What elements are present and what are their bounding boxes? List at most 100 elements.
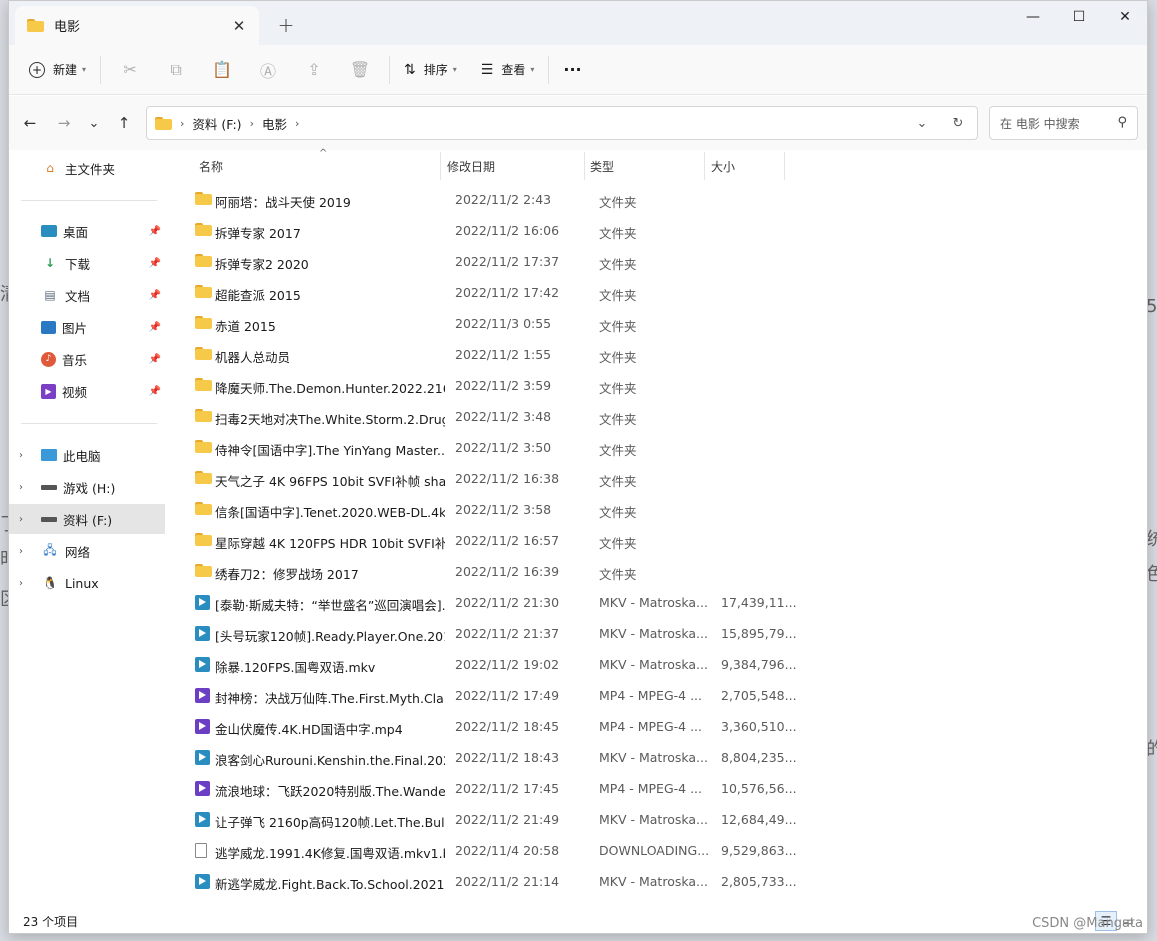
file-type: MKV - Matroska... (599, 626, 708, 641)
status-bar: 23 个项目 ☰ ▭ (9, 907, 1147, 933)
file-row[interactable]: 金山伏魔传.4K.HD国语中字.mp4 2022/11/2 18:45 MP4 - … (185, 711, 797, 742)
folder-icon (195, 347, 212, 363)
file-row[interactable]: 封神榜：决战万仙阵.The.First.Myth.Cla... 2022/11/2… (185, 680, 797, 711)
chevron-right-icon[interactable]: › (19, 482, 23, 493)
close-tab-icon[interactable]: ✕ (225, 12, 253, 40)
sidebar-item-pictures[interactable]: 图片 📌 (9, 312, 165, 342)
column-divider[interactable] (584, 152, 585, 180)
file-type: 文件夹 (599, 319, 637, 334)
sort-label: 排序 (423, 63, 448, 77)
sidebar-item-documents[interactable]: ▤ 文档 📌 (9, 280, 165, 310)
delete-icon[interactable]: 🗑 (337, 53, 383, 87)
column-header-type[interactable]: 类型 (590, 150, 614, 182)
breadcrumb-drive[interactable]: 资料 (F:) (192, 114, 241, 133)
file-type: MKV - Matroska... (599, 812, 708, 827)
file-row[interactable]: 信条[国语中字].Tenet.2020.WEB-DL.4k.... 2022/11… (185, 494, 785, 525)
paste-icon[interactable]: 📋 (199, 53, 245, 87)
sidebar-item-downloads[interactable]: ↓ 下载 📌 (9, 248, 165, 278)
file-row[interactable]: 侍神令[国语中字].The YinYang Master.... 2022/11/… (185, 432, 785, 463)
file-list: 名称 ^ 修改日期 类型 大小 阿丽塔：战斗天使 2019 2022/11/2 2… (169, 148, 1147, 900)
mp4-video-icon (195, 781, 210, 799)
file-row[interactable]: 浪客剑心Rurouni.Kenshin.the.Final.202... 2022… (185, 742, 797, 773)
file-row[interactable]: [泰勒·斯威夫特：“举世盛名”巡回演唱会]... 2022/11/2 21:30 M… (185, 587, 797, 618)
address-dropdown-icon[interactable]: ⌄ (905, 107, 939, 139)
sidebar-item-label: 网络 (65, 544, 91, 560)
mkv-video-icon (195, 626, 210, 644)
chevron-down-icon: ▾ (530, 65, 535, 74)
column-header-date[interactable]: 修改日期 (447, 150, 495, 182)
close-window-button[interactable]: ✕ (1102, 1, 1147, 33)
column-divider[interactable] (784, 152, 785, 180)
cut-icon[interactable]: ✂ (107, 53, 153, 87)
sidebar-item-linux[interactable]: › 🐧 Linux (9, 568, 165, 598)
tab-movies[interactable]: 电影 ✕ (15, 6, 259, 45)
file-date: 2022/11/3 0:55 (455, 316, 552, 331)
file-row[interactable]: 天气之子 4K 96FPS 10bit SVFI补帧 sha... 2022/11… (185, 463, 785, 494)
sidebar-item-network[interactable]: › 🖧 网络 (9, 536, 165, 566)
file-row[interactable]: 赤道 2015 2022/11/3 0:55 文件夹 (185, 308, 785, 339)
new-tab-button[interactable]: + (271, 11, 301, 39)
file-row[interactable]: 让子弹飞 2160p高码120帧.Let.The.Bull... 2022/11/… (185, 804, 797, 835)
file-row[interactable]: 除暴.120FPS.国粤双语.mkv 2022/11/2 19:02 MKV - M… (185, 649, 797, 680)
recent-locations-button[interactable]: ⌄ (79, 108, 109, 138)
file-row[interactable]: 拆弹专家 2017 2022/11/2 16:06 文件夹 (185, 215, 785, 246)
back-button[interactable]: ← (15, 108, 45, 138)
mp4-video-icon (195, 688, 210, 706)
chevron-right-icon[interactable]: › (19, 578, 23, 589)
mkv-video-icon (195, 595, 210, 613)
up-button[interactable]: ↑ (109, 108, 139, 138)
file-name: 超能查派 2015 (215, 288, 301, 303)
sidebar-item-label: Linux (65, 575, 99, 591)
pc-icon (41, 449, 57, 461)
sidebar-item-this-pc[interactable]: › 此电脑 (9, 440, 165, 470)
new-button[interactable]: + 新建 ▾ (21, 53, 94, 87)
file-type: 文件夹 (599, 536, 637, 551)
file-row[interactable]: 拆弹专家2 2020 2022/11/2 17:37 文件夹 (185, 246, 785, 277)
sidebar-item-drive-h[interactable]: › 游戏 (H:) (9, 472, 165, 502)
file-row[interactable]: 降魔天师.The.Demon.Hunter.2022.216... 2022/11… (185, 370, 785, 401)
copy-icon[interactable]: ⧉ (153, 53, 199, 87)
search-box[interactable]: 在 电影 中搜索 ⚲ (989, 106, 1138, 140)
file-row[interactable]: 流浪地球：飞跃2020特别版.The.Wande... 2022/11/2 17:… (185, 773, 797, 804)
file-row[interactable]: 机器人总动员 2022/11/2 1:55 文件夹 (185, 339, 785, 370)
sidebar-item-drive-f[interactable]: › 资料 (F:) (9, 504, 165, 534)
file-row[interactable]: 阿丽塔：战斗天使 2019 2022/11/2 2:43 文件夹 (185, 184, 785, 215)
column-header-name[interactable]: 名称 (199, 150, 223, 182)
file-row[interactable]: 星际穿越 4K 120FPS HDR 10bit SVFI补... 2022/11… (185, 525, 785, 556)
column-divider[interactable] (440, 152, 441, 180)
minimize-button[interactable]: — (1010, 1, 1056, 33)
sidebar-item-home[interactable]: ⌂ 主文件夹 (9, 153, 165, 183)
divider (548, 55, 550, 84)
rename-icon[interactable]: Ⓐ (245, 53, 291, 87)
chevron-right-icon[interactable]: › (19, 546, 23, 557)
file-size: 12,684,49... (721, 812, 797, 827)
sidebar-item-desktop[interactable]: 桌面 📌 (9, 216, 165, 246)
file-row[interactable]: [头号玩家120帧].Ready.Player.One.201... 2022/1… (185, 618, 797, 649)
sidebar-item-label: 文档 (65, 288, 91, 304)
refresh-icon[interactable]: ↻ (941, 107, 975, 139)
file-row[interactable]: 新逃学威龙.Fight.Back.To.School.2021.... 2022/… (185, 866, 797, 897)
more-options-button[interactable]: ··· (555, 53, 589, 87)
sidebar-item-label: 图片 (62, 320, 88, 336)
breadcrumb-folder[interactable]: 电影 (262, 114, 287, 133)
file-row[interactable]: 超能查派 2015 2022/11/2 17:42 文件夹 (185, 277, 785, 308)
column-header-size[interactable]: 大小 (711, 150, 735, 182)
share-icon[interactable]: ⇪ (291, 53, 337, 87)
file-row[interactable]: 绣春刀2：修罗战场 2017 2022/11/2 16:39 文件夹 (185, 556, 785, 587)
file-type: 文件夹 (599, 381, 637, 396)
maximize-button[interactable]: ☐ (1056, 1, 1102, 33)
sort-button[interactable]: ⇅ 排序 ▾ (396, 53, 465, 87)
chevron-right-icon[interactable]: › (19, 450, 23, 461)
address-bar[interactable]: › 资料 (F:) › 电影 › ⌄ ↻ (146, 106, 978, 140)
file-icon (195, 843, 207, 861)
chevron-right-icon[interactable]: › (19, 514, 23, 525)
sidebar-item-videos[interactable]: ▶ 视频 📌 (9, 376, 165, 406)
file-row[interactable]: 逃学威龙.1991.4K修复.国粤双语.mkv1.b... 2022/11/4 2… (185, 835, 797, 866)
view-button[interactable]: ☰ 查看 ▾ (473, 53, 543, 87)
sidebar-item-music[interactable]: ♪ 音乐 📌 (9, 344, 165, 374)
view-lines-icon: ☰ (480, 61, 494, 78)
file-row[interactable]: 扫毒2天地对决The.White.Storm.2.Drug... 2022/11/… (185, 401, 785, 432)
folder-icon (195, 285, 212, 301)
forward-button[interactable]: → (49, 108, 79, 138)
column-divider[interactable] (704, 152, 705, 180)
